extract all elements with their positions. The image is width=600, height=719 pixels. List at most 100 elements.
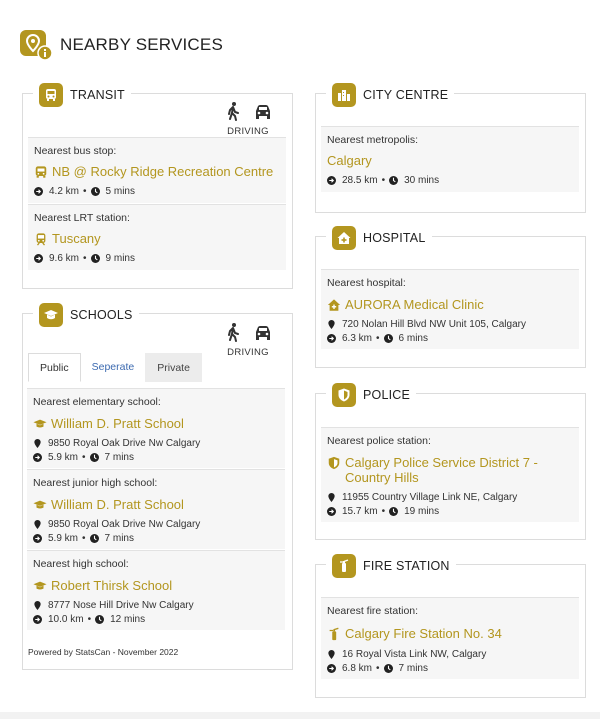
- graduation-cap-icon: [33, 500, 47, 509]
- tab-private[interactable]: Private: [145, 353, 202, 382]
- transit-mode-label: DRIVING: [227, 126, 269, 137]
- clock-icon: [383, 334, 393, 343]
- police-address: 11955 Country Village Link NE, Calgary: [327, 492, 517, 503]
- police-station-name-line1: Calgary Police Service District 7 -: [345, 455, 538, 470]
- direction-icon: [327, 334, 336, 343]
- transit-travel-mode: DRIVING: [218, 100, 278, 137]
- junior-high-distance-time: 5.9 km • 7 mins: [33, 533, 134, 544]
- fire-station-name[interactable]: Calgary Fire Station No. 34: [327, 626, 502, 641]
- high-school-name[interactable]: Robert Thirsk School: [33, 578, 172, 593]
- junior-high-school-block: Nearest junior high school: William D. P…: [27, 469, 285, 549]
- hospital-name[interactable]: AURORA Medical Clinic: [327, 297, 484, 312]
- fire-station-block: Nearest fire station: Calgary Fire Stati…: [321, 597, 579, 679]
- city-centre-name[interactable]: Calgary: [327, 153, 372, 168]
- hospital-address-text: 720 Nolan Hill Blvd NW Unit 105, Calgary: [342, 319, 526, 330]
- bus-stop-distance-time: 4.2 km • 5 mins: [34, 186, 135, 197]
- map-pin-icon: [328, 650, 335, 659]
- junior-high-school-name[interactable]: William D. Pratt School: [33, 497, 184, 512]
- hospital-icon: [332, 226, 356, 250]
- city-centre-card: CITY CENTRE Nearest metropolis: Calgary …: [315, 83, 586, 213]
- car-icon[interactable]: [253, 322, 273, 342]
- police-station-name[interactable]: Calgary Police Service District 7 - Count…: [327, 455, 577, 485]
- bus-icon: [39, 83, 63, 107]
- tab-public[interactable]: Public: [28, 353, 81, 382]
- bus-icon: [35, 166, 47, 178]
- fire-station-distance-time: 6.8 km • 7 mins: [327, 663, 428, 674]
- city-buildings-icon: [332, 83, 356, 107]
- elementary-distance: 5.9 km: [48, 452, 79, 463]
- police-station-name-line2: Country Hills: [345, 470, 419, 485]
- graduation-cap-icon: [33, 419, 47, 428]
- walking-icon[interactable]: [223, 101, 243, 121]
- high-school-block: Nearest high school: Robert Thirsk Schoo…: [27, 550, 285, 630]
- separator-dot: •: [83, 186, 87, 197]
- police-caption: Nearest police station:: [327, 435, 431, 447]
- hospital-address: 720 Nolan Hill Blvd NW Unit 105, Calgary: [327, 319, 526, 330]
- separator-dot: •: [83, 253, 87, 264]
- police-card: POLICE Nearest police station: Calgary P…: [315, 383, 586, 540]
- transit-lrt-block: Nearest LRT station: Tuscany 9.6 km • 9 …: [28, 204, 286, 270]
- elementary-school-name[interactable]: William D. Pratt School: [33, 416, 184, 431]
- police-distance-time: 15.7 km • 19 mins: [327, 506, 439, 517]
- map-pin-icon: [328, 493, 335, 502]
- lrt-time: 9 mins: [105, 253, 135, 264]
- elementary-address-text: 9850 Royal Oak Drive Nw Calgary: [48, 438, 201, 449]
- bus-stop-time: 5 mins: [105, 186, 135, 197]
- clock-icon: [95, 615, 105, 624]
- elementary-school-name-text: William D. Pratt School: [51, 416, 184, 431]
- hospital-block: Nearest hospital: AURORA Medical Clinic …: [321, 269, 579, 349]
- clock-icon: [90, 254, 100, 263]
- elementary-distance-time: 5.9 km • 7 mins: [33, 452, 134, 463]
- lrt-distance-time: 9.6 km • 9 mins: [34, 253, 135, 264]
- page-header: NEARBY SERVICES: [20, 27, 223, 63]
- schools-travel-mode: DRIVING: [218, 321, 278, 358]
- junior-high-address: 9850 Royal Oak Drive Nw Calgary: [33, 519, 200, 530]
- city-centre-block: Nearest metropolis: Calgary 28.5 km • 30…: [321, 126, 579, 192]
- page-bottom-strip: [0, 712, 600, 719]
- separator-dot: •: [381, 175, 386, 186]
- police-block: Nearest police station: Calgary Police S…: [321, 427, 579, 522]
- direction-icon: [327, 664, 336, 673]
- clock-icon: [89, 534, 99, 543]
- police-title: POLICE: [363, 388, 411, 402]
- lrt-station-name[interactable]: Tuscany: [34, 231, 101, 246]
- direction-icon: [34, 187, 43, 196]
- city-centre-distance: 28.5 km: [342, 175, 378, 186]
- fire-station-address: 16 Royal Vista Link NW, Calgary: [327, 649, 486, 660]
- schools-mode-label: DRIVING: [227, 347, 269, 358]
- map-pin-icon: [34, 601, 41, 610]
- bus-stop-name[interactable]: NB @ Rocky Ridge Recreation Centre: [34, 164, 273, 179]
- junior-high-school-name-text: William D. Pratt School: [51, 497, 184, 512]
- transit-card-title: TRANSIT: [33, 83, 131, 107]
- high-school-distance: 10.0 km: [48, 614, 84, 625]
- fire-station-card-title: FIRE STATION: [326, 554, 456, 578]
- school-type-tabs: Public Seperate Private: [28, 353, 202, 382]
- tab-seperate[interactable]: Seperate: [81, 353, 146, 382]
- car-icon[interactable]: [253, 101, 273, 121]
- map-pin-icon: [34, 520, 41, 529]
- hospital-card-title: HOSPITAL: [326, 226, 432, 250]
- high-school-distance-time: 10.0 km • 12 mins: [33, 614, 145, 625]
- city-centre-caption: Nearest metropolis:: [327, 134, 419, 146]
- schools-card-title: SCHOOLS: [33, 303, 139, 327]
- direction-icon: [33, 615, 42, 624]
- walking-icon[interactable]: [223, 322, 243, 342]
- transit-card: TRANSIT DRIVING Nearest bus stop: NB @ R…: [22, 83, 293, 289]
- hospital-name-text: AURORA Medical Clinic: [345, 297, 484, 312]
- lrt-distance: 9.6 km: [49, 253, 80, 264]
- high-school-address-text: 8777 Nose Hill Drive Nw Calgary: [48, 600, 194, 611]
- elementary-address: 9850 Royal Oak Drive Nw Calgary: [33, 438, 200, 449]
- fire-station-distance: 6.8 km: [342, 663, 373, 674]
- location-info-icon: [20, 28, 54, 62]
- separator-dot: •: [87, 614, 92, 625]
- city-centre-distance-time: 28.5 km • 30 mins: [327, 175, 439, 186]
- clock-icon: [389, 507, 399, 516]
- fire-station-time: 7 mins: [398, 663, 428, 674]
- city-centre-title: CITY CENTRE: [363, 88, 449, 102]
- bus-stop-distance: 4.2 km: [49, 186, 80, 197]
- page-title: NEARBY SERVICES: [60, 35, 223, 54]
- junior-high-distance: 5.9 km: [48, 533, 79, 544]
- shield-icon: [332, 383, 356, 407]
- elementary-time: 7 mins: [104, 452, 134, 463]
- high-school-time: 12 mins: [110, 614, 146, 625]
